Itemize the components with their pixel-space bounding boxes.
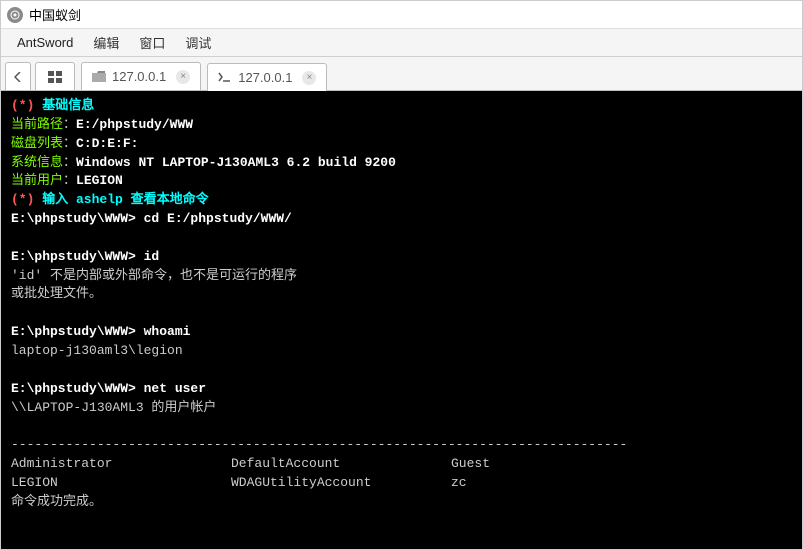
shell-output: 或批处理文件。	[11, 286, 102, 301]
window-title: 中国蚁剑	[29, 5, 81, 24]
user-col: Administrator	[11, 455, 231, 474]
label-system: 系统信息	[11, 155, 63, 170]
tab-nav-left[interactable]	[5, 62, 31, 90]
separator-line: ----------------------------------------…	[11, 437, 627, 452]
menu-edit[interactable]: 编辑	[83, 29, 129, 56]
tab-terminal[interactable]: 127.0.0.1 ×	[207, 63, 327, 91]
value-path: E:/phpstudy/WWW	[76, 117, 193, 132]
shell-prompt: E:\phpstudy\WWW>	[11, 249, 144, 264]
value-system: Windows NT LAPTOP-J130AML3 6.2 build 920…	[76, 155, 396, 170]
shell-prompt: E:\phpstudy\WWW>	[11, 324, 144, 339]
user-col: Guest	[451, 456, 490, 471]
info-heading: 基础信息	[34, 98, 94, 113]
tab-terminal-label: 127.0.0.1	[238, 70, 292, 85]
info-marker: (*)	[11, 98, 34, 113]
terminal-output[interactable]: (*) 基础信息 当前路径：E:/phpstudy/WWW 磁盘列表：C:D:E…	[1, 91, 802, 549]
menu-debug[interactable]: 调试	[175, 29, 221, 56]
help-text: 输入 ashelp 查看本地命令	[34, 192, 208, 207]
label-user: 当前用户	[11, 173, 63, 188]
colon: ：	[63, 136, 76, 151]
label-disks: 磁盘列表	[11, 136, 63, 151]
tab-home[interactable]	[35, 62, 75, 90]
shell-output: \\LAPTOP-J130AML3 的用户帐户	[11, 400, 216, 415]
shell-command: net user	[144, 381, 206, 396]
shell-output: laptop-j130aml3\legion	[11, 343, 183, 358]
terminal-icon	[218, 72, 232, 83]
shell-output: 'id' 不是内部或外部命令，也不是可运行的程序	[11, 268, 297, 283]
shell-command: id	[144, 249, 160, 264]
shell-prompt: E:\phpstudy\WWW>	[11, 211, 144, 226]
shell-command: whoami	[144, 324, 191, 339]
tab-filemanager[interactable]: 127.0.0.1 ×	[81, 62, 201, 90]
app-icon	[7, 7, 23, 23]
user-col: LEGION	[11, 474, 231, 493]
tab-close-icon[interactable]: ×	[176, 70, 190, 84]
user-col: zc	[451, 475, 467, 490]
shell-command: cd E:/phpstudy/WWW/	[144, 211, 292, 226]
shell-output: 命令成功完成。	[11, 494, 102, 509]
window-titlebar: 中国蚁剑	[1, 1, 802, 29]
label-path: 当前路径	[11, 117, 63, 132]
user-col: WDAGUtilityAccount	[231, 474, 451, 493]
info-marker: (*)	[11, 192, 34, 207]
menu-window[interactable]: 窗口	[129, 29, 175, 56]
colon: ：	[63, 117, 76, 132]
value-disks: C:D:E:F:	[76, 136, 138, 151]
menubar: AntSword 编辑 窗口 调试	[1, 29, 802, 57]
shell-prompt: E:\phpstudy\WWW>	[11, 381, 144, 396]
user-col: DefaultAccount	[231, 455, 451, 474]
colon: ：	[63, 155, 76, 170]
tab-close-icon[interactable]: ×	[302, 71, 316, 85]
tab-filemanager-label: 127.0.0.1	[112, 69, 166, 84]
menu-app[interactable]: AntSword	[7, 31, 83, 54]
colon: ：	[63, 173, 76, 188]
value-user: LEGION	[76, 173, 123, 188]
tabbar: 127.0.0.1 × 127.0.0.1 ×	[1, 57, 802, 91]
folder-icon	[92, 71, 106, 82]
